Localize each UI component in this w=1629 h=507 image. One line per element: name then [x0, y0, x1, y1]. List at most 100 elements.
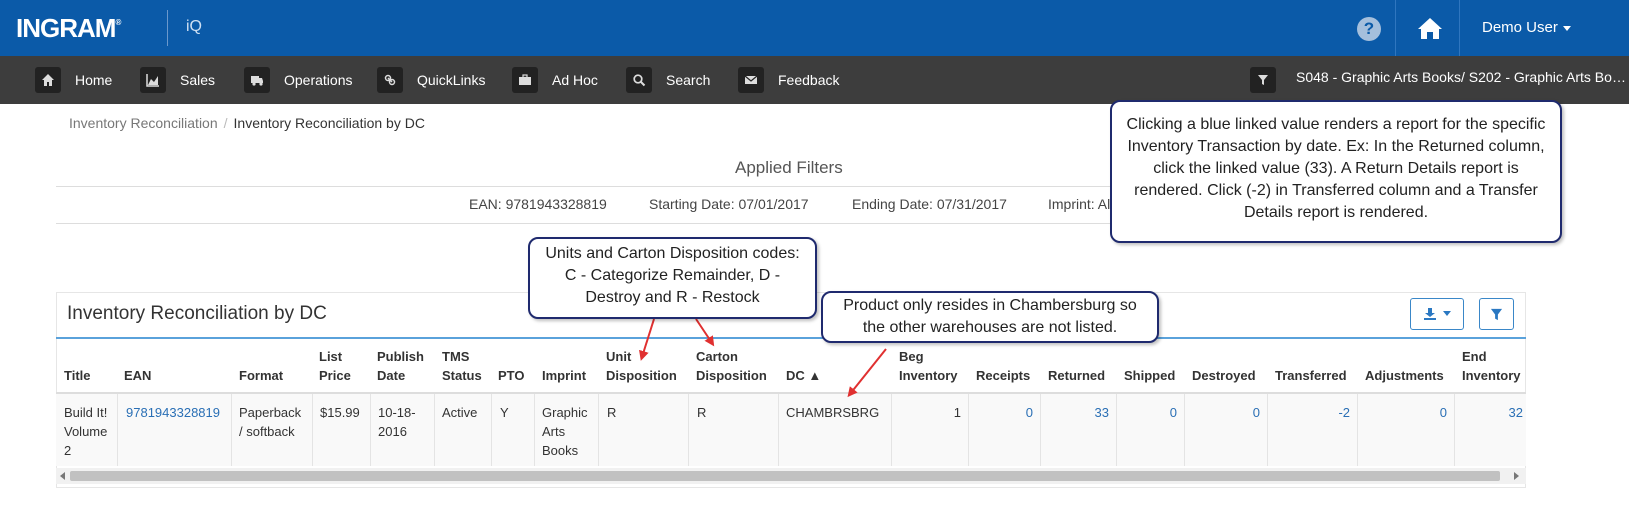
cell-divider: [891, 394, 892, 466]
col-header-destroyed[interactable]: Destroyed: [1192, 366, 1256, 385]
download-button[interactable]: [1410, 298, 1464, 330]
header-line: Inventory: [1462, 368, 1521, 383]
cell-title: Build It! Volume 2: [64, 403, 107, 460]
col-header-end-inventory[interactable]: End Inventory: [1462, 347, 1521, 385]
header-line: Date: [377, 368, 406, 383]
cell-divider: [117, 394, 118, 466]
cell-list-price: $15.99: [320, 405, 360, 420]
cell-line: Arts: [542, 424, 566, 439]
nav-label: Ad Hoc: [552, 72, 598, 88]
cell-shipped-link[interactable]: 0: [1134, 403, 1177, 422]
col-header-receipts[interactable]: Receipts: [976, 366, 1030, 385]
topbar-divider: [1395, 0, 1396, 56]
col-header-unit-disposition[interactable]: Unit Disposition: [606, 347, 677, 385]
col-header-beg-inventory[interactable]: Beg Inventory: [899, 347, 958, 385]
cell-divider: [434, 394, 435, 466]
col-header-ean[interactable]: EAN: [124, 366, 151, 385]
help-icon[interactable]: ?: [1357, 17, 1381, 41]
cell-beg-inventory: 1: [953, 405, 961, 420]
header-line: TMS: [442, 349, 470, 364]
panel-header-rule: [56, 337, 1526, 339]
nav-home[interactable]: Home: [35, 66, 112, 94]
nav-adhoc[interactable]: Ad Hoc: [512, 66, 598, 94]
callout-disposition: Units and Carton Disposition codes: C - …: [528, 237, 817, 319]
download-icon: [1424, 308, 1436, 320]
app-name: iQ: [186, 18, 202, 35]
truck-icon: [244, 67, 270, 93]
header-line: Disposition: [606, 368, 677, 383]
cell-divider: [370, 394, 371, 466]
breadcrumb-separator: /: [223, 115, 228, 131]
header-line: Publish: [377, 349, 424, 364]
breadcrumb: Inventory Reconciliation / Inventory Recon…: [69, 115, 425, 131]
cell-returned-link[interactable]: 33: [1066, 403, 1109, 422]
col-header-transferred[interactable]: Transferred: [1275, 366, 1347, 385]
cell-dc: CHAMBRSBRG: [786, 405, 880, 420]
cell-transferred-link[interactable]: -2: [1307, 403, 1350, 422]
ingram-logo[interactable]: INGRAM®: [16, 13, 121, 44]
top-bar: [0, 0, 1629, 56]
nav-sales[interactable]: Sales: [140, 66, 215, 94]
col-header-tms-status[interactable]: TMS Status: [442, 347, 482, 385]
cell-pto: Y: [500, 405, 509, 420]
caret-down-icon: [1562, 25, 1571, 31]
col-header-format[interactable]: Format: [239, 366, 283, 385]
scrollbar-thumb[interactable]: [70, 471, 1500, 481]
col-header-returned[interactable]: Returned: [1048, 366, 1105, 385]
header-line: Disposition: [696, 368, 767, 383]
cell-unit-disposition: R: [607, 405, 617, 420]
col-header-carton-disposition[interactable]: Carton Disposition: [696, 347, 767, 385]
nav-quicklinks[interactable]: QuickLinks: [377, 66, 485, 94]
cell-end-inventory-link[interactable]: 32: [1480, 403, 1523, 422]
scroll-right-arrow-icon[interactable]: [1514, 472, 1519, 480]
context-filter-icon[interactable]: [1250, 67, 1276, 93]
col-header-imprint[interactable]: Imprint: [542, 366, 586, 385]
cell-tms-status: Active: [442, 405, 478, 420]
breadcrumb-parent[interactable]: Inventory Reconciliation: [69, 115, 218, 131]
filter-ean: EAN: 9781943328819: [469, 196, 607, 212]
cell-adjustments-link[interactable]: 0: [1404, 403, 1447, 422]
cell-divider: [1267, 394, 1268, 466]
nav-operations[interactable]: Operations: [244, 66, 352, 94]
col-header-adjustments[interactable]: Adjustments: [1365, 366, 1444, 385]
filter-button[interactable]: [1479, 298, 1514, 330]
filter-imprint: Imprint: Al: [1048, 196, 1111, 212]
cell-line: 2: [64, 443, 72, 458]
nav-label: QuickLinks: [417, 72, 486, 88]
header-line: Beg: [899, 349, 924, 364]
envelope-icon: [738, 67, 764, 93]
nav-feedback[interactable]: Feedback: [738, 66, 839, 94]
header-line: List: [319, 349, 343, 364]
cell-ean-link[interactable]: 9781943328819: [126, 403, 220, 422]
cell-divider: [231, 394, 232, 466]
col-header-publish-date[interactable]: Publish Date: [377, 347, 424, 385]
search-icon: [626, 67, 652, 93]
callout-chambersburg: Product only resides in Chambersburg so …: [821, 291, 1159, 343]
cell-line: Graphic: [542, 405, 588, 420]
col-header-pto[interactable]: PTO: [498, 366, 525, 385]
filter-end-date: Ending Date: 07/31/2017: [852, 196, 1007, 212]
scroll-left-arrow-icon[interactable]: [60, 472, 65, 480]
nav-search[interactable]: Search: [626, 66, 710, 94]
cell-line: 10-18-: [378, 405, 416, 420]
cell-line: Books: [542, 443, 579, 458]
user-menu[interactable]: Demo User: [1482, 19, 1571, 36]
briefcase-icon: [512, 67, 538, 93]
col-header-dc[interactable]: DC ▲: [786, 366, 821, 385]
col-header-list-price[interactable]: List Price: [319, 347, 351, 385]
context-selector[interactable]: S048 - Graphic Arts Books/ S202 - Graphi…: [1296, 69, 1626, 85]
cell-divider: [534, 394, 535, 466]
cell-divider: [491, 394, 492, 466]
cell-destroyed-link[interactable]: 0: [1217, 403, 1260, 422]
logo-mark: ®: [115, 18, 122, 28]
col-header-title[interactable]: Title: [64, 366, 91, 385]
home-icon: [35, 67, 61, 93]
cell-receipts-link[interactable]: 0: [990, 403, 1033, 422]
home-icon[interactable]: [1417, 15, 1443, 41]
cell-divider: [1454, 394, 1455, 466]
cell-divider: [1357, 394, 1358, 466]
cell-divider: [1116, 394, 1117, 466]
cell-divider: [1184, 394, 1185, 466]
topbar-divider: [1459, 0, 1460, 56]
col-header-shipped[interactable]: Shipped: [1124, 366, 1175, 385]
